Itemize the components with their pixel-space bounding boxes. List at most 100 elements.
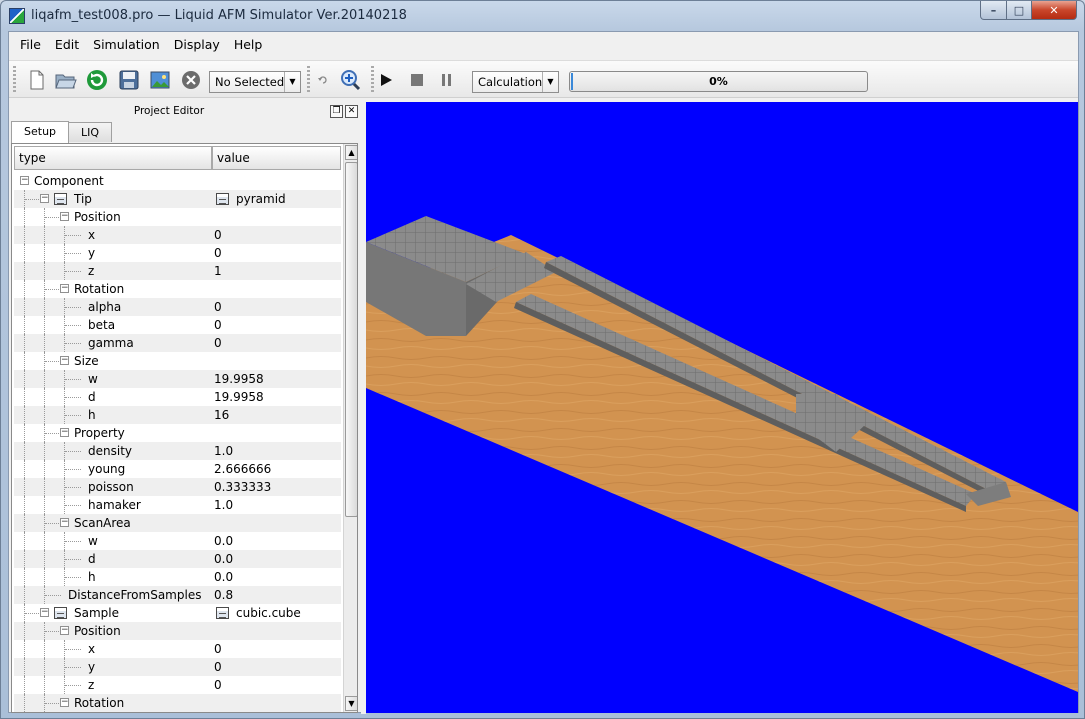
image-button[interactable] (148, 68, 172, 92)
scroll-down-button[interactable]: ▼ (345, 696, 357, 711)
row-value[interactable]: pyramid (236, 190, 286, 208)
3d-viewport[interactable] (366, 102, 1078, 713)
tab-liq[interactable]: LIQ (68, 122, 113, 142)
tree-row[interactable]: beta 0 (14, 316, 341, 334)
vertical-scrollbar[interactable]: ▲ ▼ (343, 144, 357, 712)
play-button[interactable] (374, 68, 398, 92)
tree-row[interactable]: − Position (14, 622, 341, 640)
row-value[interactable]: 0.8 (214, 586, 233, 604)
tree-row[interactable]: d 0.0 (14, 550, 341, 568)
tree-row[interactable]: − Component (14, 172, 341, 190)
tree-row[interactable]: h 0.0 (14, 568, 341, 586)
scroll-up-button[interactable]: ▲ (345, 145, 357, 160)
title-bar[interactable]: liqafm_test008.pro — Liquid AFM Simulato… (1, 1, 1084, 31)
tree-row[interactable]: x0 (14, 226, 341, 244)
open-button[interactable] (54, 68, 78, 92)
scroll-thumb[interactable] (345, 162, 357, 517)
row-value[interactable]: 0.0 (214, 532, 233, 550)
row-value[interactable]: 16 (214, 406, 229, 424)
menu-simulation[interactable]: Simulation (86, 32, 167, 58)
tree-row[interactable]: y0 (14, 244, 341, 262)
row-value[interactable]: 0.0 (214, 568, 233, 586)
tree-row[interactable]: y0 (14, 658, 341, 676)
save-button[interactable] (117, 68, 141, 92)
row-value[interactable]: 0 (214, 316, 222, 334)
menu-file[interactable]: File (13, 32, 48, 58)
tree-connector (65, 577, 81, 578)
dock-close-button[interactable]: ✕ (345, 105, 358, 118)
row-value[interactable]: 0 (214, 676, 222, 694)
column-header-type[interactable]: type (14, 146, 212, 170)
row-value[interactable]: 0 (214, 334, 222, 352)
collapse-icon[interactable]: − (60, 284, 69, 293)
tree-row[interactable]: young 2.666666 (14, 460, 341, 478)
maximize-button[interactable]: □ (1006, 1, 1032, 20)
tree-row[interactable]: − Property (14, 424, 341, 442)
collapse-icon[interactable]: − (60, 626, 69, 635)
menu-help[interactable]: Help (227, 32, 270, 58)
minimize-button[interactable]: – (980, 1, 1007, 20)
property-tree[interactable]: type value − Component − Tip pyramid − Positio… (11, 143, 358, 713)
tree-row[interactable]: gamma 0 (14, 334, 341, 352)
collapse-icon[interactable]: − (20, 176, 29, 185)
zoom-button[interactable] (339, 68, 363, 92)
row-value[interactable]: 19.9958 (214, 370, 264, 388)
tree-row[interactable]: − Tip pyramid (14, 190, 341, 208)
tree-row[interactable]: hamaker 1.0 (14, 496, 341, 514)
tree-row[interactable]: x0 (14, 640, 341, 658)
row-value[interactable]: 2.666666 (214, 460, 271, 478)
toolbar-grip[interactable] (307, 66, 310, 94)
collapse-icon[interactable]: − (40, 608, 49, 617)
row-value[interactable]: 19.9958 (214, 388, 264, 406)
collapse-icon[interactable]: − (60, 698, 69, 707)
pause-button[interactable] (435, 68, 459, 92)
new-file-button[interactable] (25, 68, 49, 92)
row-value[interactable]: cubic.cube (236, 604, 301, 622)
row-value[interactable]: 0 (214, 298, 222, 316)
row-value[interactable]: 0 (214, 244, 222, 262)
tree-row[interactable]: alpha 0 (14, 298, 341, 316)
tree-row[interactable]: − Position (14, 208, 341, 226)
tree-row[interactable]: poisson 0.333333 (14, 478, 341, 496)
toolbar-grip[interactable] (13, 66, 16, 94)
dock-title-bar[interactable]: Project Editor ❐ ✕ (9, 102, 361, 120)
undo-button[interactable] (311, 68, 335, 92)
close-button[interactable]: ✕ (1031, 1, 1077, 20)
collapse-icon[interactable]: − (60, 212, 69, 221)
collapse-icon[interactable]: − (60, 428, 69, 437)
collapse-icon[interactable]: − (40, 194, 49, 203)
tree-row[interactable]: w 0.0 (14, 532, 341, 550)
tree-row[interactable]: z0 (14, 676, 341, 694)
column-header-value[interactable]: value (212, 146, 341, 170)
stop-button[interactable] (405, 68, 429, 92)
tree-row[interactable]: − Rotation (14, 694, 341, 712)
collapse-icon[interactable]: − (60, 356, 69, 365)
tree-row[interactable]: − Size (14, 352, 341, 370)
tree-row[interactable]: density 1.0 (14, 442, 341, 460)
row-value[interactable]: 0 (214, 640, 222, 658)
row-value[interactable]: 0.0 (214, 550, 233, 568)
tree-row[interactable]: − ScanArea (14, 514, 341, 532)
tree-row[interactable]: DistanceFromSamples 0.8 (14, 586, 341, 604)
row-value[interactable]: 0.333333 (214, 478, 271, 496)
tree-row[interactable]: w 19.9958 (14, 370, 341, 388)
mode-combo[interactable]: Calculation ▼ (472, 71, 559, 93)
selection-combo[interactable]: No Selected ▼ (209, 71, 301, 93)
row-value[interactable]: 1 (214, 262, 222, 280)
tab-setup[interactable]: Setup (11, 121, 70, 143)
row-value[interactable]: 0 (214, 226, 222, 244)
tree-row[interactable]: d 19.9958 (14, 388, 341, 406)
row-value[interactable]: 1.0 (214, 496, 233, 514)
tree-row[interactable]: − Rotation (14, 280, 341, 298)
row-value[interactable]: 1.0 (214, 442, 233, 460)
menu-edit[interactable]: Edit (48, 32, 86, 58)
collapse-icon[interactable]: − (60, 518, 69, 527)
refresh-button[interactable] (85, 68, 109, 92)
row-value[interactable]: 0 (214, 658, 222, 676)
tree-row[interactable]: − Sample cubic.cube (14, 604, 341, 622)
dock-float-button[interactable]: ❐ (330, 105, 343, 118)
tree-row[interactable]: h 16 (14, 406, 341, 424)
cancel-button[interactable] (179, 68, 203, 92)
tree-row[interactable]: z1 (14, 262, 341, 280)
menu-display[interactable]: Display (167, 32, 227, 58)
